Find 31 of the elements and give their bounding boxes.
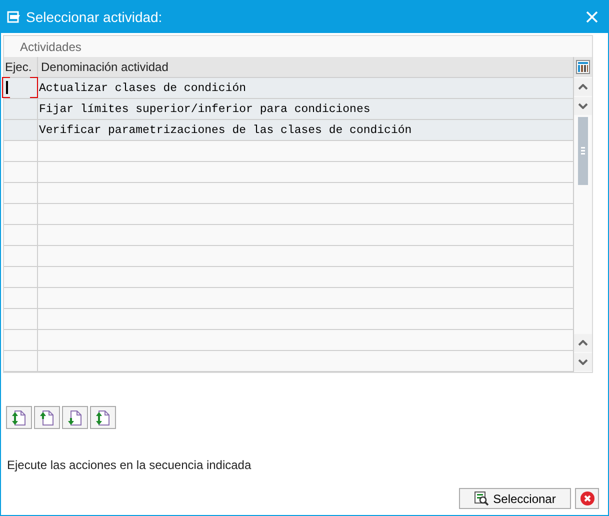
window-title: Seleccionar actividad: — [26, 9, 164, 25]
document-arrow-icon — [67, 410, 83, 426]
chevron-up-icon — [578, 84, 588, 90]
columns-icon — [576, 60, 590, 74]
list-magnifier-icon — [474, 491, 490, 506]
scroll-down-button[interactable] — [574, 97, 592, 115]
window-icon — [7, 11, 21, 23]
cancel-button[interactable] — [575, 488, 599, 509]
chevron-up-icon — [578, 340, 588, 346]
scrollbar-thumb[interactable] — [578, 117, 588, 185]
move-button[interactable] — [62, 406, 88, 429]
document-arrow-icon — [11, 410, 27, 426]
chevron-down-icon — [578, 103, 588, 109]
move-button[interactable] — [6, 406, 32, 429]
move-button[interactable] — [90, 406, 116, 429]
select-button[interactable]: Seleccionar — [459, 488, 571, 509]
chevron-down-icon — [578, 359, 588, 365]
cancel-icon — [580, 491, 594, 506]
text-cursor — [6, 81, 8, 94]
scroll-up-button[interactable] — [574, 78, 592, 96]
close-icon — [586, 10, 598, 22]
document-arrow-icon — [39, 410, 55, 426]
document-arrow-icon — [95, 410, 111, 426]
column-header[interactable]: Denominación actividad — [38, 57, 573, 77]
column-header[interactable]: Ejec. — [4, 57, 38, 77]
panel-title: Actividades — [19, 39, 82, 56]
scroll-down-button[interactable] — [574, 353, 592, 371]
status-message: Ejecute las acciones en la secuencia indicada — [7, 458, 252, 472]
table-settings-button[interactable] — [574, 57, 592, 77]
move-button[interactable] — [34, 406, 60, 429]
scroll-up-button[interactable] — [574, 334, 592, 352]
